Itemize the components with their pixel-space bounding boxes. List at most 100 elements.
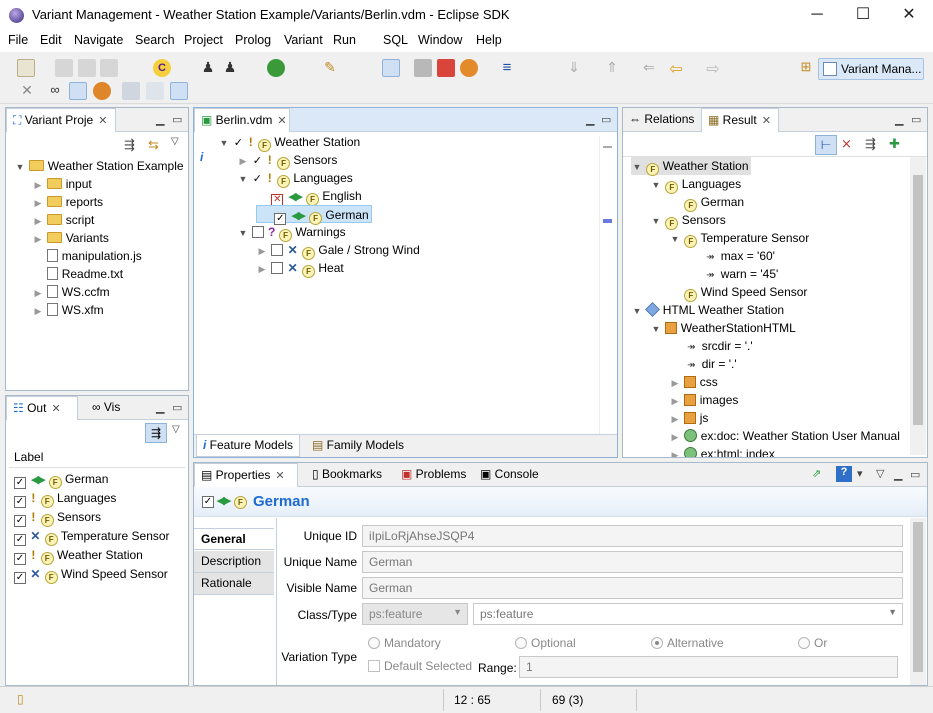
project-tree-item[interactable]: ▶ reports (32, 193, 104, 211)
radio-optional[interactable]: Optional (515, 636, 576, 650)
menu-search[interactable]: Search (135, 33, 175, 47)
chevron-down-icon[interactable]: ▼ (650, 212, 662, 230)
chevron-down-icon[interactable]: ▼ (218, 134, 230, 152)
save-icon[interactable] (55, 59, 73, 77)
close-icon[interactable]: ✕ (762, 115, 771, 127)
chevron-down-icon[interactable]: ▼ (650, 320, 662, 338)
close-icon[interactable]: ✕ (275, 470, 284, 482)
chevron-right-icon[interactable]: ▶ (669, 374, 681, 392)
type-select[interactable]: ps:feature ▼ (473, 603, 903, 625)
feature-tree-row[interactable]: ✕ ◀▶ F English (256, 187, 362, 206)
maximize-view-icon[interactable]: ▭ (911, 113, 921, 126)
tree-mode-icon[interactable]: ⊢ (815, 135, 837, 155)
lock-icon[interactable] (414, 59, 432, 77)
chevron-right-icon[interactable]: ▶ (669, 446, 681, 457)
chevron-right-icon[interactable]: ▶ (669, 392, 681, 410)
chevron-right-icon[interactable]: ▶ (237, 152, 249, 170)
chevron-right-icon[interactable]: ▶ (669, 428, 681, 446)
next-annotation-icon[interactable]: ⇓ (565, 59, 583, 77)
perspective-variant-management[interactable]: Variant Mana... (818, 58, 924, 80)
pin-icon[interactable]: ⇗ (812, 467, 821, 480)
chevron-down-icon[interactable]: ▼ (237, 224, 249, 242)
visible-name-field[interactable]: German (362, 577, 903, 599)
outline-row[interactable]: ✓ ✕ F Temperature Sensor (14, 527, 170, 546)
delete-icon[interactable]: ✕ (18, 82, 36, 100)
result-tree-row[interactable]: ▼ WeatherStationHTML (650, 319, 796, 337)
save-all-icon[interactable] (78, 59, 96, 77)
tab-relations[interactable]: ⇔ Relations (623, 108, 701, 132)
range-field[interactable]: 1 (519, 656, 898, 678)
minimize-view-icon[interactable]: ▁ (894, 468, 902, 481)
menu-file[interactable]: File (8, 33, 28, 47)
menu-sql[interactable]: SQL (383, 33, 408, 47)
result-scrollbar[interactable] (910, 157, 926, 455)
tab-outline[interactable]: ☷ Out ✕ (6, 396, 78, 420)
chevron-down-icon[interactable]: ▼ (669, 230, 681, 248)
result-tree-row[interactable]: ▶ ex:doc: Weather Station User Manual (669, 427, 900, 445)
tab-visualization[interactable]: ∞ Vis (86, 396, 146, 420)
collapse-all-icon[interactable]: ⇶ (145, 423, 167, 443)
result-tree-row[interactable]: ▶ images (669, 391, 739, 410)
chevron-right-icon[interactable]: ▶ (669, 410, 681, 428)
close-icon[interactable]: ✕ (98, 115, 107, 127)
menu-help[interactable]: Help (476, 33, 502, 47)
chevron-right-icon[interactable]: ▶ (32, 284, 44, 302)
tab-console[interactable]: ▣ Console (474, 463, 548, 487)
unchecked-box[interactable] (252, 226, 265, 238)
side-tab-rationale[interactable]: Rationale (194, 573, 274, 595)
feature-tree-row[interactable]: ▼ ✓ ! F Languages (237, 169, 353, 188)
auto-icon[interactable] (170, 82, 188, 100)
filter-icon[interactable] (93, 82, 111, 100)
feature-tree-row[interactable]: ✓ ◀▶ F German (256, 205, 372, 225)
feature-tree-row[interactable]: ▼ ✓ ! F Weather Station (218, 133, 360, 152)
unique-id-field[interactable]: iIpiLoRjAhseJSQP4 (362, 525, 903, 547)
link-editor-icon[interactable]: ⇆ (148, 137, 159, 153)
result-tree-row[interactable]: F German (669, 193, 744, 212)
project-tree-item[interactable]: ▼ Weather Station Example (14, 157, 184, 175)
menu-window[interactable]: Window (418, 33, 462, 47)
menu-prolog[interactable]: Prolog (235, 33, 271, 47)
maximize-view-icon[interactable]: ▭ (910, 468, 920, 481)
result-tree-row[interactable]: ▼ F Sensors (650, 211, 726, 230)
feature-tree-row[interactable]: ▼ ? F Warnings (237, 223, 346, 242)
glasses-icon[interactable]: ∞ (46, 82, 64, 100)
project-tree-item[interactable]: ▶ script (32, 211, 95, 230)
tool-icon[interactable]: ✎ (321, 59, 339, 77)
tab-properties[interactable]: ▤ Properties ✕ (194, 463, 298, 487)
sync-icon[interactable] (382, 59, 400, 77)
scrollbar-thumb[interactable] (913, 522, 923, 672)
side-tab-general[interactable]: General (194, 528, 274, 550)
project-tree-item[interactable]: Readme.txt (32, 265, 123, 283)
view-menu-icon[interactable]: ▽ (171, 136, 179, 147)
properties-scrollbar[interactable] (910, 518, 926, 685)
maximize-view-icon[interactable]: ▭ (601, 113, 611, 126)
table-icon[interactable] (146, 82, 164, 100)
chevron-right-icon[interactable]: ▶ (32, 212, 44, 230)
maximize-view-icon[interactable]: ▭ (172, 401, 182, 414)
result-tree-row[interactable]: ▼ HTML Weather Station (631, 301, 784, 319)
project-tree-item[interactable]: ▶ input (32, 175, 92, 193)
list-icon[interactable]: ≡ (498, 59, 516, 77)
radio-or[interactable]: Or (798, 636, 827, 650)
chevron-down-icon[interactable]: ▼ (237, 170, 249, 188)
project-tree-item[interactable]: ▶ WS.ccfm (32, 283, 110, 301)
feature-tree-row[interactable]: ▶ ✓ ! F Sensors (237, 151, 337, 170)
maximize-button[interactable]: ☐ (840, 0, 886, 31)
outline-row[interactable]: ✓ ! F Languages (14, 489, 116, 508)
print-icon[interactable] (100, 59, 118, 77)
checked-box[interactable]: ✓ (14, 534, 26, 546)
minimize-view-icon[interactable]: ▁ (895, 113, 903, 126)
result-tree-row[interactable]: ↠ dir = '.' (669, 355, 736, 373)
pure-icon[interactable]: C (153, 59, 171, 77)
outline-row[interactable]: ✓ ! F Sensors (14, 508, 101, 527)
result-tree-row[interactable]: ▼ F Languages (650, 175, 741, 194)
result-tree-row[interactable]: ▶ js (669, 409, 709, 428)
chevron-right-icon[interactable]: ▶ (32, 302, 44, 320)
tab-feature-models[interactable]: i Feature Models (196, 435, 301, 457)
export-icon[interactable]: ✚ (889, 136, 900, 152)
minimize-button[interactable]: ─ (794, 0, 840, 31)
help-dropdown-icon[interactable]: ▾ (857, 467, 863, 480)
project-tree-item[interactable]: manipulation.js (32, 247, 142, 265)
result-tree-row[interactable]: ▶ ex:html: index (669, 445, 775, 457)
maximize-view-icon[interactable]: ▭ (172, 113, 182, 126)
